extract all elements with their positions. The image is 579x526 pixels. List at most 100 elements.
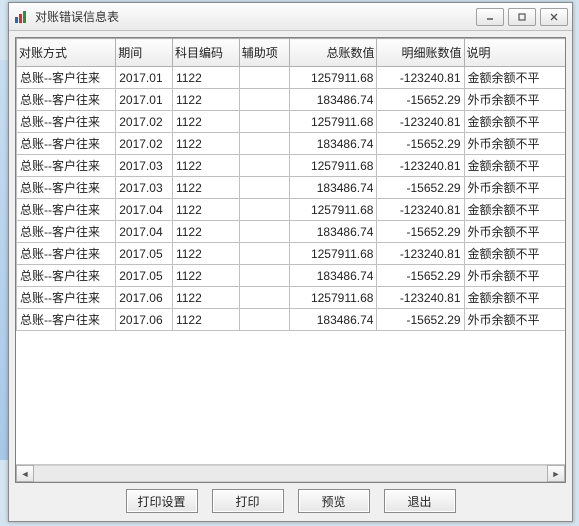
cell-desc: 外币余额不平 (464, 265, 565, 287)
table-row[interactable]: 总账--客户往来2017.061122183486.74-15652.29外币余… (17, 309, 566, 331)
cell-sub: -15652.29 (377, 89, 464, 111)
table-row[interactable]: 总账--客户往来2017.011122 1257911.68-123240.81金… (17, 67, 566, 89)
cell-aux (239, 243, 290, 265)
exit-button[interactable]: 退出 (384, 489, 456, 513)
window-title: 对账错误信息表 (35, 8, 476, 25)
cell-aux (239, 67, 290, 89)
header-desc[interactable]: 说明 (464, 39, 565, 67)
table-row[interactable]: 总账--客户往来2017.0411221257911.68-123240.81金… (17, 199, 566, 221)
cell-method: 总账--客户往来 (17, 67, 116, 89)
table-row[interactable]: 总账--客户往来2017.041122183486.74-15652.29外币余… (17, 221, 566, 243)
cell-sub: -15652.29 (377, 221, 464, 243)
cell-gl: 1257911.68 (290, 155, 377, 177)
cell-gl: 183486.74 (290, 265, 377, 287)
cell-aux (239, 89, 290, 111)
cell-gl: 1257911.68 (290, 199, 377, 221)
cell-sub: -15652.29 (377, 133, 464, 155)
cell-period: 2017.02 (116, 111, 173, 133)
table-row[interactable]: 总账--客户往来2017.021122 1257911.68-123240.81金… (17, 111, 566, 133)
table-row[interactable]: 总账--客户往来2017.051122183486.74-15652.29外币余… (17, 265, 566, 287)
cell-sub: -123240.81 (377, 155, 464, 177)
cell-sub: -123240.81 (377, 111, 464, 133)
cell-aux (239, 155, 290, 177)
cell-method: 总账--客户往来 (17, 221, 116, 243)
header-method[interactable]: 对账方式 (17, 39, 116, 67)
cell-aux (239, 111, 290, 133)
cell-method: 总账--客户往来 (17, 155, 116, 177)
cell-gl: 1257911.68 (290, 67, 377, 89)
cell-aux (239, 309, 290, 331)
cell-gl: 183486.74 (290, 309, 377, 331)
scroll-right-button[interactable]: ► (547, 465, 565, 482)
cell-desc: 金额余额不平 (464, 67, 565, 89)
window-buttons (476, 8, 568, 26)
cell-period: 2017.03 (116, 177, 173, 199)
table-row[interactable]: 总账--客户往来2017.031122 1257911.68-123240.81金… (17, 155, 566, 177)
cell-desc: 外币余额不平 (464, 89, 565, 111)
cell-gl: 1257911.68 (290, 243, 377, 265)
close-button[interactable] (540, 8, 568, 26)
cell-period: 2017.05 (116, 243, 173, 265)
cell-subject: 1122 (172, 199, 239, 221)
cell-aux (239, 221, 290, 243)
cell-aux (239, 199, 290, 221)
header-subject[interactable]: 科目编码 (172, 39, 239, 67)
cell-subject: 1122 (172, 155, 239, 177)
maximize-button[interactable] (508, 8, 536, 26)
cell-subject: 1122 (172, 111, 239, 133)
header-sub[interactable]: 明细账数值 (377, 39, 464, 67)
header-aux[interactable]: 辅助项 (239, 39, 290, 67)
content-area: 对账方式 期间 科目编码 辅助项 总账数值 明细账数值 说明 总账--客户往来2… (15, 37, 566, 483)
table-row[interactable]: 总账--客户往来2017.011122183486.74-15652.29外币余… (17, 89, 566, 111)
cell-sub: -123240.81 (377, 199, 464, 221)
minimize-button[interactable] (476, 8, 504, 26)
table-row[interactable]: 总账--客户往来2017.021122183486.74-15652.29外币余… (17, 133, 566, 155)
cell-method: 总账--客户往来 (17, 287, 116, 309)
scroll-track[interactable] (34, 465, 547, 482)
cell-subject: 1122 (172, 243, 239, 265)
cell-subject: 1122 (172, 265, 239, 287)
cell-aux (239, 133, 290, 155)
cell-desc: 外币余额不平 (464, 177, 565, 199)
preview-button[interactable]: 预览 (298, 489, 370, 513)
cell-gl: 183486.74 (290, 221, 377, 243)
header-gl[interactable]: 总账数值 (290, 39, 377, 67)
cell-aux (239, 287, 290, 309)
table-row[interactable]: 总账--客户往来2017.0611221257911.68-123240.81金… (17, 287, 566, 309)
cell-sub: -15652.29 (377, 177, 464, 199)
header-row: 对账方式 期间 科目编码 辅助项 总账数值 明细账数值 说明 (17, 39, 566, 67)
dialog-window: 对账错误信息表 对账方式 期间 科目编码 辅助项 (8, 2, 573, 522)
cell-period: 2017.01 (116, 67, 173, 89)
table-row[interactable]: 总账--客户往来2017.031122183486.74-15652.29外币余… (17, 177, 566, 199)
cell-desc: 金额余额不平 (464, 155, 565, 177)
cell-desc: 外币余额不平 (464, 309, 565, 331)
error-table[interactable]: 对账方式 期间 科目编码 辅助项 总账数值 明细账数值 说明 总账--客户往来2… (16, 38, 565, 331)
cell-gl: 183486.74 (290, 89, 377, 111)
cell-gl: 1257911.68 (290, 111, 377, 133)
print-button[interactable]: 打印 (212, 489, 284, 513)
cell-subject: 1122 (172, 67, 239, 89)
cell-desc: 金额余额不平 (464, 287, 565, 309)
cell-gl: 1257911.68 (290, 287, 377, 309)
cell-period: 2017.03 (116, 155, 173, 177)
horizontal-scrollbar[interactable]: ◄ ► (16, 464, 565, 482)
cell-method: 总账--客户往来 (17, 265, 116, 287)
cell-desc: 金额余额不平 (464, 111, 565, 133)
cell-method: 总账--客户往来 (17, 111, 116, 133)
cell-sub: -123240.81 (377, 67, 464, 89)
cell-method: 总账--客户往来 (17, 199, 116, 221)
cell-sub: -123240.81 (377, 243, 464, 265)
cell-subject: 1122 (172, 133, 239, 155)
scroll-left-button[interactable]: ◄ (16, 465, 34, 482)
cell-period: 2017.04 (116, 221, 173, 243)
button-bar: 打印设置 打印 预览 退出 (9, 487, 572, 515)
header-period[interactable]: 期间 (116, 39, 173, 67)
titlebar[interactable]: 对账错误信息表 (9, 3, 572, 31)
cell-sub: -123240.81 (377, 287, 464, 309)
table-row[interactable]: 总账--客户往来2017.0511221257911.68-123240.81金… (17, 243, 566, 265)
print-setup-button[interactable]: 打印设置 (126, 489, 198, 513)
cell-gl: 183486.74 (290, 177, 377, 199)
cell-period: 2017.04 (116, 199, 173, 221)
cell-subject: 1122 (172, 221, 239, 243)
cell-sub: -15652.29 (377, 265, 464, 287)
